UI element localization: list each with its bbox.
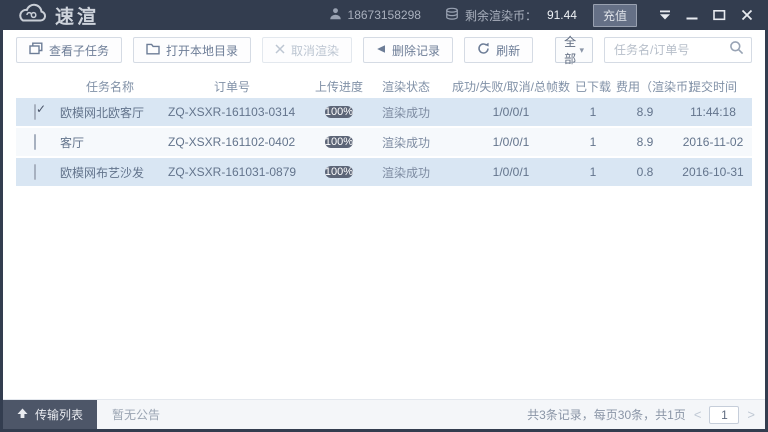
- page-number-box[interactable]: 1: [709, 406, 739, 424]
- empty-area: [3, 188, 765, 399]
- prev-page-icon[interactable]: <: [694, 408, 702, 421]
- delete-records-button[interactable]: 删除记录: [363, 37, 453, 63]
- status-filter-select[interactable]: 全部 ▾: [555, 37, 593, 63]
- user-icon: [329, 7, 342, 23]
- row-checkbox[interactable]: [34, 104, 36, 120]
- announcement-text: 暂无公告: [112, 406, 160, 423]
- status-filter-value: 全部: [564, 33, 579, 67]
- statusbar: 传输列表 暂无公告 共3条记录，每页30条，共1页 < 1 >: [3, 399, 765, 429]
- balance-value: 91.44: [547, 8, 577, 22]
- progress-pill: 100%: [325, 136, 353, 148]
- task-name: 欧模网北欧客厅: [54, 104, 166, 121]
- downloaded-count: 1: [570, 105, 616, 119]
- cost-value: 8.9: [616, 135, 674, 149]
- search-icon[interactable]: [729, 40, 744, 60]
- subtask-windows-icon: [29, 42, 43, 58]
- upload-arrow-icon: [17, 408, 28, 422]
- downloaded-count: 1: [570, 165, 616, 179]
- frames-count: 1/0/0/1: [452, 165, 570, 179]
- col-submit-time: 提交时间: [674, 78, 752, 95]
- col-upload-progress: 上传进度: [298, 78, 380, 95]
- transfer-list-button[interactable]: 传输列表: [3, 400, 97, 429]
- chevron-down-icon: ▾: [579, 45, 584, 56]
- row-checkbox[interactable]: [34, 134, 36, 150]
- toolbar: 查看子任务 打开本地目录 取消渲染 删除记录: [3, 30, 765, 70]
- submit-time: 2016-11-02: [674, 135, 752, 149]
- row-checkbox[interactable]: [34, 164, 36, 180]
- task-table: 任务名称 订单号 上传进度 渲染状态 成功/失败/取消/总帧数 已下载 费用（渲…: [3, 70, 765, 188]
- view-subtasks-button[interactable]: 查看子任务: [16, 37, 122, 63]
- search-box: [604, 37, 752, 63]
- titlebar: 速渲 18673158298 剩余渲染币： 91.44 充: [3, 0, 765, 30]
- col-render-status: 渲染状态: [380, 78, 452, 95]
- folder-icon: [146, 43, 160, 58]
- task-name: 客厅: [54, 134, 166, 151]
- cancel-x-icon: [275, 43, 285, 57]
- records-summary: 共3条记录，每页30条，共1页: [527, 406, 686, 423]
- order-no: ZQ-XSXR-161102-0402: [166, 135, 298, 149]
- table-row[interactable]: 客厅 ZQ-XSXR-161102-0402 100% 渲染成功 1/0/0/1…: [16, 128, 752, 156]
- table-row[interactable]: 欧模网北欧客厅 ZQ-XSXR-161103-0314 100% 渲染成功 1/…: [16, 98, 752, 126]
- user-phone: 18673158298: [348, 8, 421, 22]
- next-page-icon[interactable]: >: [747, 408, 755, 421]
- task-name: 欧模网布艺沙发: [54, 164, 166, 181]
- downloaded-count: 1: [570, 135, 616, 149]
- col-order-no: 订单号: [166, 78, 298, 95]
- cancel-render-button[interactable]: 取消渲染: [262, 37, 352, 63]
- minimize-icon[interactable]: [686, 9, 698, 21]
- menu-skin-icon[interactable]: [659, 10, 671, 20]
- frames-count: 1/0/0/1: [452, 105, 570, 119]
- col-task-name: 任务名称: [54, 78, 166, 95]
- render-status: 渲染成功: [380, 134, 452, 151]
- submit-time: 11:44:18: [674, 105, 752, 119]
- frames-count: 1/0/0/1: [452, 135, 570, 149]
- order-no: ZQ-XSXR-161031-0879: [166, 165, 298, 179]
- submit-time: 2016-10-31: [674, 165, 752, 179]
- cost-value: 8.9: [616, 105, 674, 119]
- order-no: ZQ-XSXR-161103-0314: [166, 105, 298, 119]
- col-cost: 费用（渲染币）: [616, 78, 674, 95]
- progress-pill: 100%: [325, 166, 353, 178]
- user-account: 18673158298: [329, 7, 421, 23]
- delete-triangle-icon: [376, 43, 386, 57]
- app-title: 速渲: [55, 2, 99, 29]
- progress-pill: 100%: [325, 106, 353, 118]
- refresh-button[interactable]: 刷新: [464, 37, 533, 63]
- coin-icon: [445, 7, 459, 24]
- render-status: 渲染成功: [380, 164, 452, 181]
- cost-value: 0.8: [616, 165, 674, 179]
- col-frames: 成功/失败/取消/总帧数: [452, 78, 570, 95]
- close-icon[interactable]: [741, 9, 753, 21]
- maximize-icon[interactable]: [713, 9, 726, 21]
- app-logo: 速渲: [15, 2, 99, 29]
- table-row[interactable]: 欧模网布艺沙发 ZQ-XSXR-161031-0879 100% 渲染成功 1/…: [16, 158, 752, 186]
- search-input[interactable]: [612, 42, 729, 58]
- table-header: 任务名称 订单号 上传进度 渲染状态 成功/失败/取消/总帧数 已下载 费用（渲…: [16, 74, 752, 98]
- refresh-icon: [477, 42, 490, 58]
- recharge-button[interactable]: 充值: [593, 4, 637, 27]
- open-local-dir-button[interactable]: 打开本地目录: [133, 37, 251, 63]
- render-status: 渲染成功: [380, 104, 452, 121]
- cloud-logo-icon: [15, 2, 49, 29]
- col-downloaded: 已下载: [570, 78, 616, 95]
- balance-label: 剩余渲染币：: [465, 7, 537, 24]
- app-window: 速渲 18673158298 剩余渲染币： 91.44 充: [0, 0, 768, 432]
